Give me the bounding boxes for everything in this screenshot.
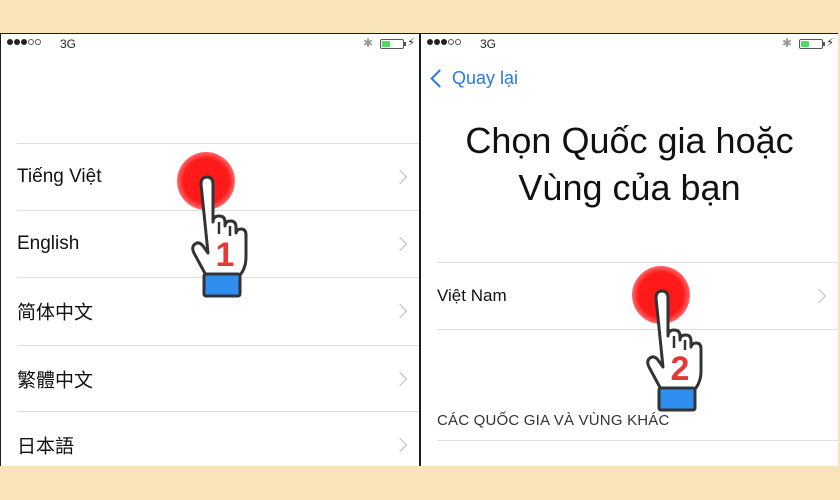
page-title: Chọn Quốc gia hoặc Vùng của bạn: [465, 120, 794, 208]
language-screen: 3G ✱ ⚡︎ Tiếng Việt English 简体中文 繁體中文 日本語: [1, 34, 419, 466]
bluetooth-icon: ✱: [781, 36, 792, 50]
chevron-right-icon: [392, 303, 408, 319]
status-bar: 3G ✱ ⚡︎: [421, 34, 838, 54]
network-type: 3G: [60, 37, 77, 51]
region-item-vietnam[interactable]: Việt Nam: [421, 263, 838, 329]
chevron-right-icon: [392, 371, 408, 387]
signal-strength-icon: [7, 39, 41, 45]
status-bar: 3G ✱ ⚡︎: [1, 34, 419, 54]
bolt-icon: ⚡︎: [826, 37, 834, 49]
back-button[interactable]: Quay lại: [429, 68, 518, 89]
battery-icon: [380, 39, 406, 49]
chevron-right-icon: [392, 169, 408, 185]
network-type: 3G: [480, 37, 497, 51]
pointing-hand-icon: 1: [191, 175, 248, 298]
region-screen: 3G ✱ ⚡︎ Quay lại Chọn Quốc gia hoặc Vùng…: [421, 34, 838, 466]
bluetooth-icon: ✱: [362, 36, 373, 50]
pointing-hand-icon: 2: [646, 289, 703, 412]
language-label: 简体中文: [17, 302, 94, 324]
bolt-icon: ⚡︎: [407, 37, 415, 49]
chevron-left-icon: [430, 69, 449, 88]
step-number: 1: [216, 236, 235, 274]
language-label: English: [17, 233, 80, 254]
chevron-right-icon: [392, 236, 408, 252]
step-number: 2: [671, 350, 690, 388]
chevron-right-icon: [392, 437, 408, 453]
language-label: 繁體中文: [17, 370, 94, 392]
region-label: Việt Nam: [437, 286, 507, 305]
language-label: 日本語: [17, 436, 75, 458]
signal-strength-icon: [427, 39, 461, 45]
language-item-traditional-chinese[interactable]: 繁體中文: [1, 346, 419, 412]
language-item-japanese[interactable]: 日本語: [1, 412, 419, 466]
back-label: Quay lại: [452, 68, 519, 88]
battery-icon: [799, 39, 825, 49]
chevron-right-icon: [811, 288, 827, 304]
language-label: Tiếng Việt: [17, 166, 102, 187]
